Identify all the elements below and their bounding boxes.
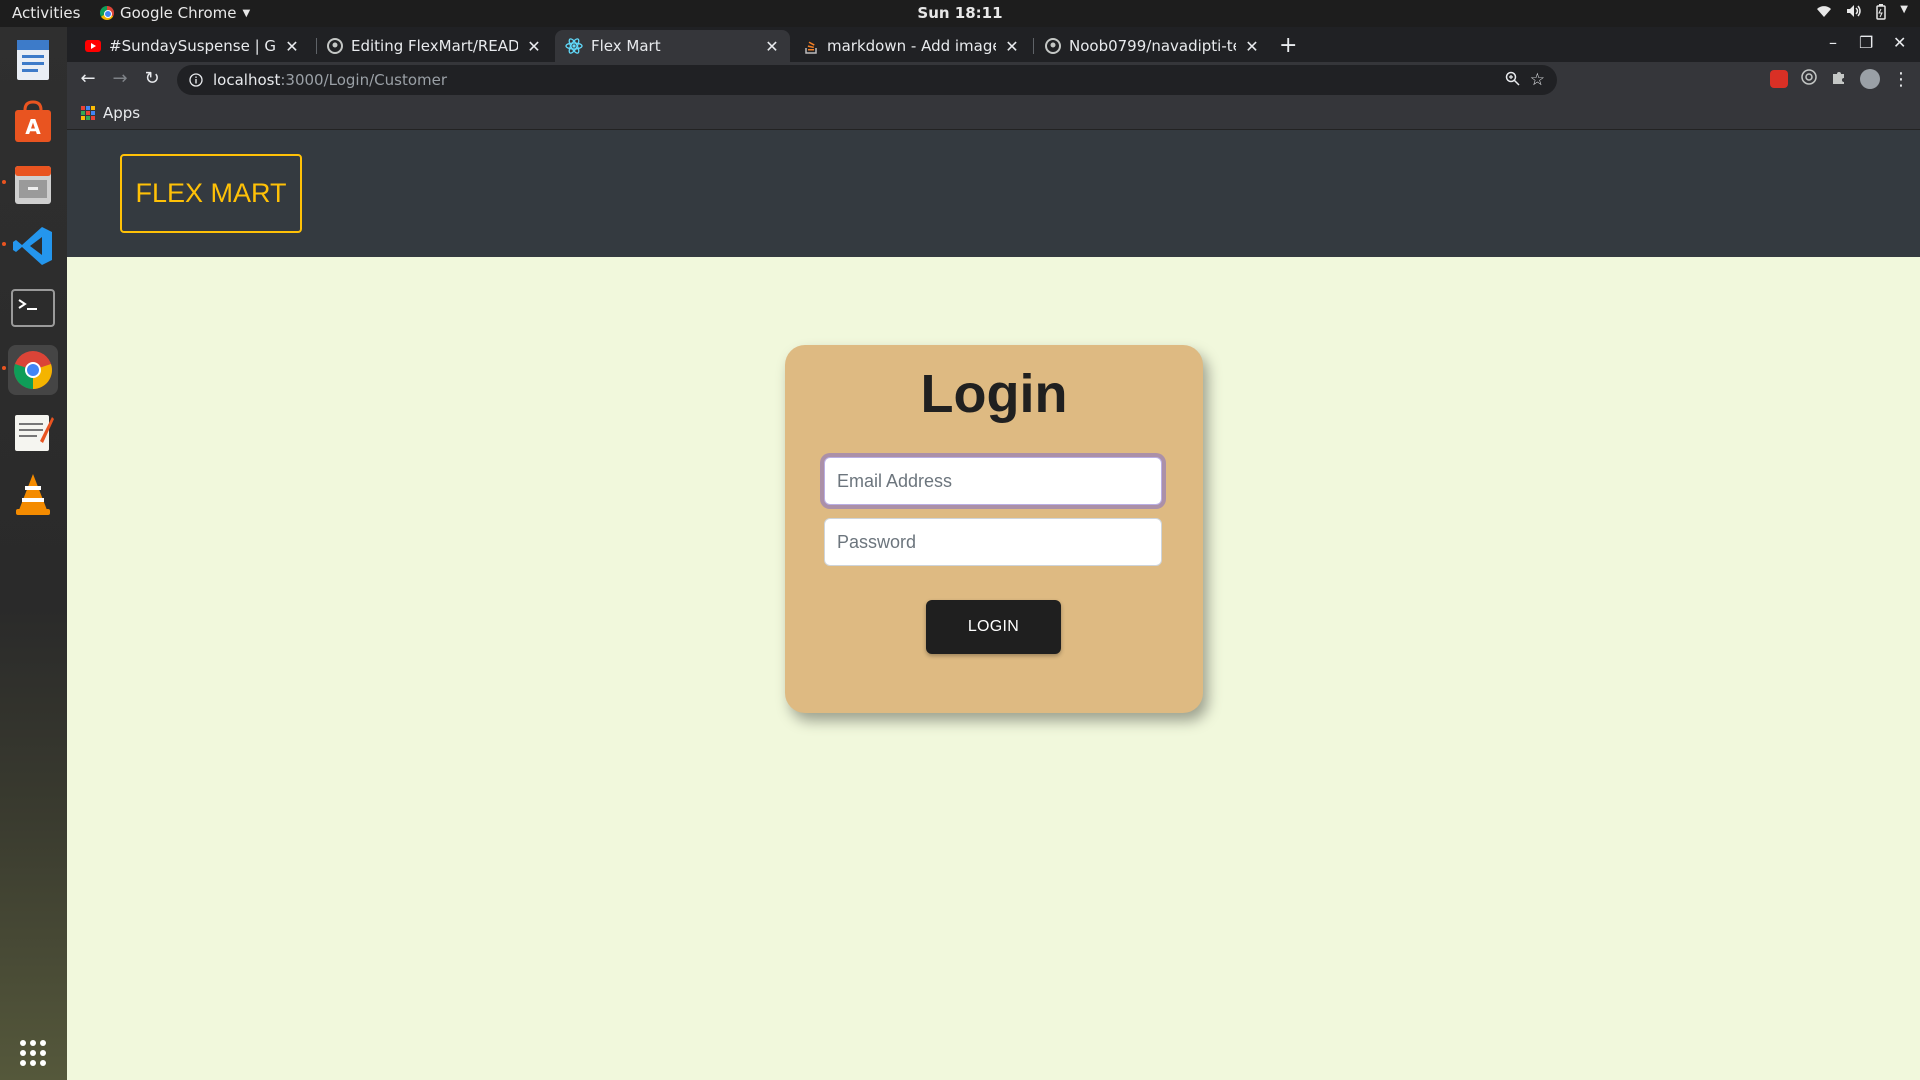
extensions-area: ⋮: [1770, 68, 1910, 90]
battery-icon: [1876, 4, 1887, 24]
brand-logo-link[interactable]: FLEX MART: [120, 154, 302, 233]
tab-youtube[interactable]: #SundaySuspense | Ganat ✕: [75, 30, 310, 62]
browser-toolbar: ← → ↻ localhost:3000/Login/Customer ☆ ⋮: [67, 62, 1920, 98]
vscode-icon: [13, 227, 52, 265]
text-editor-icon: [15, 415, 54, 451]
restore-icon[interactable]: ❐: [1859, 33, 1873, 52]
extension-icon[interactable]: [1770, 70, 1788, 88]
tab-github-repo[interactable]: Noob0799/navadipti-teac ✕: [1035, 30, 1270, 62]
dock-text-editor[interactable]: [8, 407, 58, 457]
profile-avatar[interactable]: [1860, 69, 1880, 89]
new-tab-button[interactable]: +: [1279, 33, 1297, 58]
target-icon[interactable]: [1800, 68, 1818, 90]
dock-vlc[interactable]: [8, 469, 58, 519]
tab-label: Noob0799/navadipti-teac: [1069, 37, 1236, 55]
running-indicator: [2, 366, 6, 370]
bookmarks-bar: Apps: [67, 98, 1920, 130]
site-navbar: FLEX MART: [67, 130, 1920, 257]
github-icon: [327, 38, 343, 54]
tab-flex-mart[interactable]: Flex Mart ✕: [555, 30, 790, 62]
running-indicator: [2, 242, 6, 246]
bookmark-star-icon[interactable]: ☆: [1530, 70, 1545, 90]
tab-github-readme[interactable]: Editing FlexMart/READMI ✕: [317, 30, 552, 62]
power-menu-icon: ▼: [1900, 4, 1908, 15]
system-tray[interactable]: ▼: [1816, 4, 1908, 24]
bookmark-apps-label: Apps: [103, 104, 141, 122]
wifi-icon: [1816, 4, 1832, 24]
apps-icon: [81, 106, 95, 120]
dock-writer[interactable]: [8, 35, 58, 85]
tab-stackoverflow[interactable]: markdown - Add images t ✕: [795, 30, 1030, 62]
close-icon[interactable]: ✕: [526, 37, 542, 56]
kebab-menu-icon[interactable]: ⋮: [1892, 69, 1910, 90]
close-icon[interactable]: ✕: [764, 37, 780, 56]
youtube-icon: [85, 40, 101, 52]
tab-label: Flex Mart: [591, 37, 661, 55]
dock-vscode[interactable]: [2, 221, 58, 271]
chrome-icon: [14, 351, 52, 389]
svg-text:A: A: [25, 115, 41, 139]
tab-label: Editing FlexMart/READMI: [351, 37, 518, 55]
app-grid-icon: [20, 1040, 46, 1066]
volume-icon: [1846, 4, 1862, 24]
github-icon: [1045, 38, 1061, 54]
back-arrow-icon[interactable]: ←: [77, 68, 99, 89]
address-bar[interactable]: localhost:3000/Login/Customer ☆: [177, 65, 1557, 95]
url-path: :3000/Login/Customer: [280, 71, 448, 89]
login-button[interactable]: LOGIN: [926, 600, 1061, 654]
vlc-cone-icon: [16, 474, 50, 515]
close-icon[interactable]: ✕: [284, 37, 300, 56]
dock-files[interactable]: [2, 159, 58, 209]
zoom-icon[interactable]: [1505, 71, 1520, 90]
close-window-icon[interactable]: ✕: [1893, 33, 1906, 52]
terminal-icon: [11, 289, 55, 327]
dock: A: [0, 27, 67, 1080]
show-applications-button[interactable]: [8, 1028, 58, 1078]
dock-chrome[interactable]: [2, 345, 58, 395]
clock[interactable]: Sun 18:11: [0, 4, 1920, 22]
bookmark-apps[interactable]: Apps: [81, 104, 140, 122]
minimize-icon[interactable]: –: [1829, 33, 1837, 52]
shopping-bag-icon: A: [15, 100, 51, 142]
info-icon: [189, 73, 203, 87]
page-content: FLEX MART Login LOGIN: [67, 130, 1920, 1080]
close-icon[interactable]: ✕: [1244, 37, 1260, 56]
tab-label: #SundaySuspense | Ganat: [109, 37, 276, 55]
file-cabinet-icon: [15, 166, 51, 204]
url-host: localhost: [213, 71, 281, 89]
document-icon: [17, 40, 49, 80]
close-icon[interactable]: ✕: [1004, 37, 1020, 56]
login-card: Login LOGIN: [785, 345, 1203, 713]
system-top-bar: Activities Google Chrome ▼ Sun 18:11 ▼: [0, 0, 1920, 27]
stackoverflow-icon: [805, 41, 817, 54]
forward-arrow-icon[interactable]: →: [109, 68, 131, 89]
react-icon: [565, 38, 583, 54]
dock-software-center[interactable]: A: [8, 97, 58, 147]
reload-icon[interactable]: ↻: [141, 68, 163, 89]
dock-terminal[interactable]: [8, 283, 58, 333]
browser-window: #SundaySuspense | Ganat ✕ Editing FlexMa…: [67, 27, 1920, 130]
email-field[interactable]: [824, 457, 1162, 505]
password-field[interactable]: [824, 518, 1162, 566]
tab-strip: #SundaySuspense | Ganat ✕ Editing FlexMa…: [67, 27, 1920, 62]
login-title: Login: [920, 364, 1068, 424]
puzzle-icon[interactable]: [1830, 68, 1848, 90]
tab-label: markdown - Add images t: [827, 37, 996, 55]
tab-divider: [1033, 38, 1034, 54]
running-indicator: [2, 180, 6, 184]
